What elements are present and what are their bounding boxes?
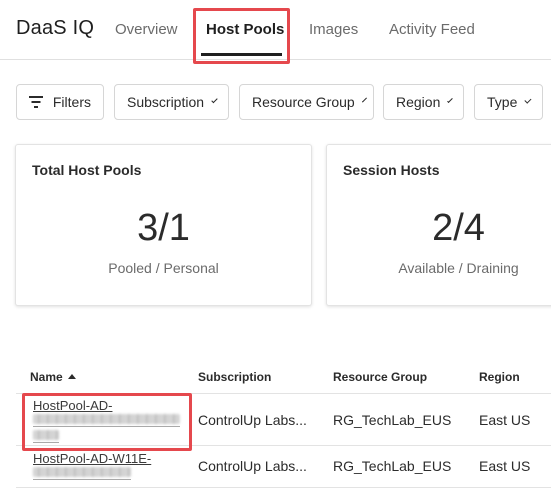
chevron-down-icon [447,97,453,103]
chevron-down-icon [361,97,367,103]
app-title: DaaS IQ [16,17,95,39]
type-dropdown-label: Type [487,94,518,110]
resource-group-dropdown-label: Resource Group [252,94,355,110]
subscription-cell: ControlUp Labs... [198,412,307,428]
region-cell: East US [479,458,531,474]
tab-activity-feed[interactable]: Activity Feed [389,21,475,38]
redacted-underline [33,479,131,480]
card-title: Session Hosts [343,162,440,178]
region-dropdown-label: Region [396,94,441,110]
region-dropdown[interactable]: Region [383,84,464,120]
card-title: Total Host Pools [32,162,142,178]
resource-group-cell: RG_TechLab_EUS [333,412,452,428]
chevron-down-icon [524,96,532,104]
column-header-name[interactable]: Name [30,370,76,384]
card-subtitle: Available / Draining [398,260,519,276]
region-cell: East US [479,412,531,428]
session-hosts-card: Session Hosts 2/4 Available / Draining [326,144,551,306]
highlight-box-host-pools-tab [193,8,290,64]
redacted-text [33,467,131,477]
column-header-subscription[interactable]: Subscription [198,370,271,384]
subscription-cell: ControlUp Labs... [198,458,307,474]
sort-ascending-icon [67,374,76,379]
column-header-resource-group[interactable]: Resource Group [333,370,427,384]
subscription-dropdown[interactable]: Subscription [114,84,229,120]
resource-group-cell: RG_TechLab_EUS [333,458,452,474]
filters-button[interactable]: Filters [16,84,104,120]
highlight-box-host-pool-link [22,393,192,451]
host-pool-name-link[interactable]: HostPool-AD-W11E- [33,451,151,466]
card-subtitle: Pooled / Personal [108,260,219,276]
filter-lines-icon [28,96,43,108]
tab-images[interactable]: Images [309,21,358,38]
card-value: 2/4 [432,207,485,249]
total-host-pools-card: Total Host Pools 3/1 Pooled / Personal [15,144,312,306]
chevron-down-icon [211,96,218,104]
column-header-region[interactable]: Region [479,370,520,384]
resource-group-dropdown[interactable]: Resource Group [239,84,374,120]
subscription-dropdown-label: Subscription [127,94,205,110]
table-divider [16,487,551,488]
card-value: 3/1 [137,207,190,249]
type-dropdown[interactable]: Type [474,84,543,120]
filters-label: Filters [52,94,91,110]
column-header-name-label: Name [30,370,63,384]
tab-overview[interactable]: Overview [115,21,178,38]
